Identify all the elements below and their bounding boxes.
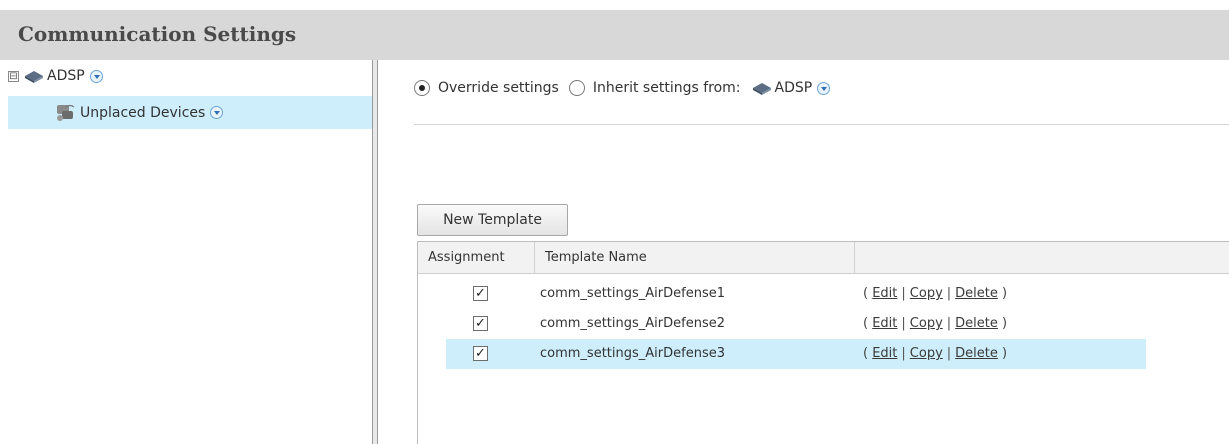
tree-item-label: Unplaced Devices <box>80 104 206 121</box>
table-header: Assignment Template Name <box>418 242 1229 274</box>
template-name: comm_settings_AirDefense2 <box>540 316 725 331</box>
tree-item-adsp[interactable]: ⊟ ADSP <box>8 68 103 84</box>
title-bar: Communication Settings <box>0 10 1229 60</box>
page-title: Communication Settings <box>18 22 297 46</box>
dropdown-icon[interactable] <box>210 106 224 119</box>
tree-item-label: ADSP <box>47 68 85 84</box>
site-icon <box>25 71 43 83</box>
panel-splitter[interactable] <box>372 60 378 444</box>
inherit-radio[interactable] <box>568 80 585 96</box>
override-radio[interactable] <box>414 80 430 96</box>
override-label: Override settings <box>438 80 559 96</box>
copy-link[interactable]: Copy <box>910 316 943 331</box>
devices-icon <box>57 104 75 121</box>
copy-link[interactable]: Copy <box>910 346 943 361</box>
template-table: Assignment Template Name ✓ comm_settings… <box>417 241 1229 444</box>
row-actions: ( Edit | Copy | Delete ) <box>863 346 1008 361</box>
edit-link[interactable]: Edit <box>872 346 897 361</box>
tree-item-unplaced-devices[interactable]: Unplaced Devices <box>8 96 372 129</box>
delete-link[interactable]: Delete <box>955 346 998 361</box>
edit-link[interactable]: Edit <box>872 316 897 331</box>
assignment-checkbox[interactable]: ✓ <box>473 316 488 331</box>
assignment-checkbox[interactable]: ✓ <box>473 346 488 361</box>
site-icon <box>752 83 771 95</box>
inherit-source-dropdown-icon[interactable] <box>817 81 831 95</box>
row-actions: ( Edit | Copy | Delete ) <box>863 286 1008 301</box>
dropdown-icon[interactable] <box>89 69 103 83</box>
section-divider <box>414 124 1229 125</box>
template-name: comm_settings_AirDefense1 <box>540 286 725 301</box>
column-header-template-name[interactable]: Template Name <box>535 242 855 274</box>
inherit-source: ADSP <box>774 80 813 96</box>
new-template-button[interactable]: New Template <box>417 204 568 236</box>
delete-link[interactable]: Delete <box>955 316 998 331</box>
delete-link[interactable]: Delete <box>955 286 998 301</box>
template-name: comm_settings_AirDefense3 <box>540 346 725 361</box>
table-row[interactable]: ✓ comm_settings_AirDefense3 ( Edit | Copy |… <box>446 339 1146 369</box>
row-actions: ( Edit | Copy | Delete ) <box>863 316 1008 331</box>
edit-link[interactable]: Edit <box>872 286 897 301</box>
collapse-icon[interactable]: ⊟ <box>8 70 19 82</box>
assignment-checkbox[interactable]: ✓ <box>473 286 488 301</box>
column-header-assignment[interactable]: Assignment <box>418 242 535 274</box>
table-row[interactable]: ✓ comm_settings_AirDefense2 ( Edit | Copy |… <box>446 309 1146 339</box>
copy-link[interactable]: Copy <box>910 286 943 301</box>
site-tree: ⊟ ADSP Unplaced Devices <box>0 60 372 444</box>
table-row[interactable]: ✓ comm_settings_AirDefense1 ( Edit | Copy |… <box>446 279 1146 309</box>
settings-source-options: Override settings Inherit settings from:… <box>414 80 831 96</box>
column-header-actions <box>855 242 1229 274</box>
inherit-label: Inherit settings from: <box>592 80 741 96</box>
